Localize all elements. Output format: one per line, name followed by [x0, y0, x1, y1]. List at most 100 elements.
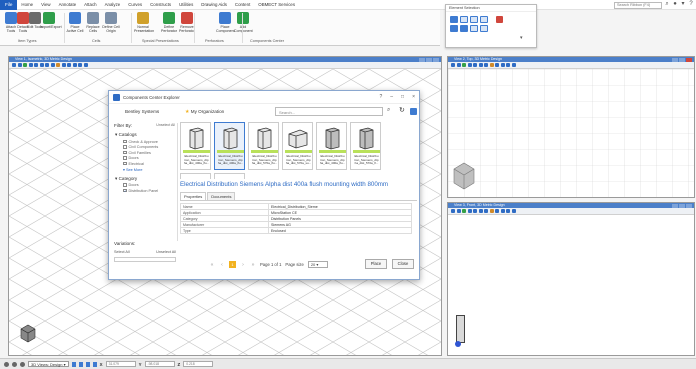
view-tool-icon[interactable]: [78, 63, 82, 67]
view-tool-icon[interactable]: [462, 209, 466, 213]
page-size-select[interactable]: 20 ▾: [307, 261, 328, 268]
view-tool-icon[interactable]: [72, 63, 77, 67]
ribbon-search-input[interactable]: Search Ribbon (F4): [614, 2, 662, 9]
minimize-icon[interactable]: –: [390, 94, 393, 100]
view-tool-icon[interactable]: [83, 63, 88, 67]
ribbon-button-import-export[interactable]: Import/Export: [40, 12, 62, 29]
status-icon[interactable]: [20, 361, 25, 367]
view-tool-icon[interactable]: [489, 63, 494, 67]
ribbon-button-normal-presentation[interactable]: Normal Presentation: [134, 12, 154, 33]
view-toggle-icon[interactable]: [78, 361, 83, 367]
view-tool-icon[interactable]: [473, 209, 477, 213]
thumbnail-second-row[interactable]: [214, 173, 245, 179]
tab-properties[interactable]: Properties: [180, 192, 207, 200]
view-tool-icon[interactable]: [511, 63, 516, 67]
view-tool-icon[interactable]: [56, 63, 60, 67]
menu-item-content[interactable]: Content: [231, 2, 254, 7]
close-icon[interactable]: [686, 203, 692, 208]
select-all-link[interactable]: Select All: [114, 250, 130, 254]
menu-item-analyze[interactable]: Analyze: [101, 2, 125, 7]
menu-item-attach[interactable]: Attach: [80, 2, 100, 7]
select-mode-icon[interactable]: [460, 25, 468, 32]
view-tool-icon[interactable]: [39, 63, 44, 67]
select-mode-icon[interactable]: [450, 25, 458, 32]
download-icon[interactable]: [410, 108, 417, 115]
catalog-checkbox-row[interactable]: Civil Components: [112, 145, 177, 149]
select-mode-icon[interactable]: [450, 16, 458, 23]
view-tool-icon[interactable]: [61, 63, 66, 67]
current-page[interactable]: 1: [229, 261, 236, 268]
view-group-select[interactable]: 3D Views: Design ▾: [28, 361, 69, 367]
catalog-checkbox-row[interactable]: Electrical: [112, 162, 177, 166]
checkbox-icon[interactable]: [123, 139, 127, 144]
component-thumbnail[interactable]: Electrical_Distribu tion_Siemens_Alp ha_…: [214, 122, 245, 170]
view-toggle-icon[interactable]: [85, 361, 90, 367]
view-tool-icon[interactable]: [484, 209, 488, 213]
ribbon-button-place-active-cell[interactable]: Place Active Cell: [66, 12, 84, 33]
help-icon[interactable]: ?: [379, 94, 382, 100]
view-tool-icon[interactable]: [489, 209, 494, 213]
view-tool-icon[interactable]: [456, 209, 461, 213]
search-icon[interactable]: ⌕: [664, 1, 670, 8]
component-thumbnail[interactable]: Electrical_Distribu tion_Siemens_Alp ha_…: [180, 122, 211, 170]
view-tool-icon[interactable]: [17, 63, 22, 67]
ribbon-button-define-cell-origin[interactable]: Define Cell Origin: [102, 12, 120, 33]
maximize-icon[interactable]: [679, 203, 685, 208]
component-thumbnail[interactable]: Electrical_Distribu tion_Siemens_Alp ha_…: [316, 122, 347, 170]
category-checkbox-row[interactable]: Doors: [112, 183, 177, 187]
x-coordinate-input[interactable]: 31.079: [105, 361, 136, 367]
menu-item-annotate[interactable]: Annotate: [55, 2, 81, 7]
view-cube-icon[interactable]: [19, 323, 37, 343]
refresh-icon[interactable]: ↻: [399, 106, 405, 114]
view-tool-icon[interactable]: [478, 209, 483, 213]
status-icon[interactable]: [4, 361, 9, 367]
catalog-checkbox-row[interactable]: Doors: [112, 156, 177, 160]
first-page-icon[interactable]: «: [209, 262, 215, 268]
checkbox-icon[interactable]: [123, 183, 127, 187]
y-coordinate-input[interactable]: -98.018: [144, 361, 175, 367]
close-icon[interactable]: [433, 57, 439, 62]
view-tool-icon[interactable]: [50, 63, 55, 67]
view-tool-icon[interactable]: [67, 63, 71, 67]
component-thumbnail[interactable]: Electrical_Distribu tion_Siemens_Alp ha_…: [282, 122, 313, 170]
view-tool-icon[interactable]: [23, 63, 27, 67]
view-tool-icon[interactable]: [467, 209, 472, 213]
view-tool-icon[interactable]: [495, 63, 499, 67]
catalogs-section[interactable]: ▾ Catalogs: [112, 132, 177, 138]
catalog-checkbox-row[interactable]: Civil Families: [112, 151, 177, 155]
view-tool-icon[interactable]: [28, 63, 33, 67]
view-tool-icon[interactable]: [478, 63, 483, 67]
view-toggle-icon[interactable]: [92, 361, 97, 367]
menu-item-drawing-aids[interactable]: Drawing Aids: [197, 2, 231, 7]
see-more-link[interactable]: ▾ See More: [112, 167, 177, 172]
view-toggle-icon[interactable]: [71, 361, 76, 367]
menu-item-curves[interactable]: Curves: [124, 2, 146, 7]
select-mode-icon[interactable]: [470, 16, 478, 23]
category-section[interactable]: ▾ Category: [112, 176, 177, 182]
ribbon-button-define-perforator[interactable]: Define Perforator: [160, 12, 178, 33]
view-tool-icon[interactable]: [500, 209, 505, 213]
view-tool-icon[interactable]: [495, 209, 499, 213]
view-2-top[interactable]: View 2, Top, 3D Metric Design: [447, 56, 695, 198]
view-tool-icon[interactable]: [500, 63, 505, 67]
menu-item-constructs[interactable]: Constructs: [146, 2, 175, 7]
view-3-front[interactable]: View 3, Front, 3D Metric Design: [447, 202, 695, 356]
component-thumbnail[interactable]: Electrical_Distribu tion_Siemens_Alp ha_…: [248, 122, 279, 170]
maximize-icon[interactable]: [426, 57, 432, 62]
place-button[interactable]: Place: [365, 259, 387, 269]
component-thumbnail[interactable]: Electrical_Distribu tion_Siemens_Alp ha_…: [350, 122, 381, 170]
search-icon[interactable]: ⌕: [387, 107, 390, 114]
view-tool-icon[interactable]: [467, 63, 472, 67]
maximize-icon[interactable]: [679, 57, 685, 62]
select-mode-icon[interactable]: [480, 25, 488, 32]
checkbox-icon[interactable]: [123, 150, 127, 155]
maximize-icon[interactable]: □: [401, 94, 404, 100]
next-page-icon[interactable]: ›: [240, 262, 246, 268]
close-icon[interactable]: ×: [412, 94, 415, 100]
dialog-search-input[interactable]: Search...: [275, 107, 383, 116]
ribbon-button-add-component[interactable]: Add Component: [234, 12, 253, 33]
ribbon-button-place-component[interactable]: Place Component: [216, 12, 235, 33]
close-button[interactable]: Close: [392, 259, 414, 269]
view-tool-icon[interactable]: [473, 63, 477, 67]
view-tool-icon[interactable]: [484, 63, 488, 67]
